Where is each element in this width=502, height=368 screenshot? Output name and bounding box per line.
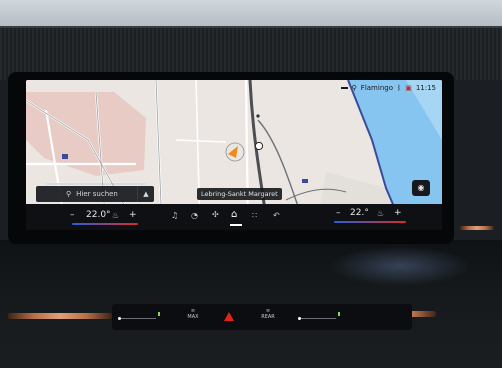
right-temp-minus-button[interactable]: – xyxy=(336,208,341,218)
calendar-icon: ▣ xyxy=(405,84,412,92)
seat-heat-right-icon[interactable]: ♨ xyxy=(377,209,384,218)
status-bar: ⚲ Flamingo ᛒ ▣ 11:15 xyxy=(340,82,436,94)
assist-icon[interactable]: ◔ xyxy=(191,211,198,220)
clock-time: 11:15 xyxy=(415,84,436,92)
chevron-up-icon[interactable]: ▲ xyxy=(137,186,154,202)
search-placeholder: Hier suchen xyxy=(76,190,118,198)
map-search-box[interactable]: ⚲ Hier suchen ▲ xyxy=(36,186,154,202)
left-temp-minus-button[interactable]: – xyxy=(70,210,75,220)
signal-icon xyxy=(340,87,348,89)
home-icon[interactable]: ⌂ xyxy=(231,209,237,220)
side-ambient-trim xyxy=(460,226,494,230)
left-temp-plus-button[interactable]: + xyxy=(129,210,137,220)
car-profile-icon: ⚲ xyxy=(351,84,357,92)
left-ambient-trim xyxy=(8,313,112,319)
rear-defrost-button[interactable]: ≋ REAR xyxy=(258,308,278,320)
screen-reflection xyxy=(330,246,470,286)
map-options-button[interactable]: ◉ xyxy=(412,180,430,196)
home-active-indicator xyxy=(230,224,242,226)
search-icon: ⚲ xyxy=(66,190,72,198)
left-fan-level-indicator xyxy=(158,312,160,316)
max-defrost-button[interactable]: ≋ MAX xyxy=(184,308,202,320)
back-arrow-icon[interactable]: ↶ xyxy=(273,211,280,220)
grid-icon[interactable]: ∷ xyxy=(252,211,257,220)
left-fan-knob[interactable] xyxy=(118,317,121,320)
bluetooth-icon: ᛒ xyxy=(396,84,402,92)
hazard-light-button[interactable] xyxy=(224,312,234,321)
left-temp-indicator xyxy=(72,223,138,225)
left-temp-value: 22.0° xyxy=(86,210,111,220)
right-temp-plus-button[interactable]: + xyxy=(394,208,402,218)
right-fan-knob[interactable] xyxy=(298,317,301,320)
seat-heat-icon[interactable]: ♨ xyxy=(112,211,119,220)
fan-icon[interactable]: ✣ xyxy=(212,210,219,219)
climate-dock-bar: – 22.0° ♨ + ♫ ◔ ✣ ⌂ ∷ ↶ – 22.° ♨ + xyxy=(26,204,442,230)
source-label: Flamingo xyxy=(360,84,393,92)
left-fan-slider[interactable] xyxy=(120,318,156,319)
physical-climate-controls: ≋ MAX ≋ REAR xyxy=(112,304,412,330)
right-fan-slider[interactable] xyxy=(300,318,336,319)
right-temp-value: 22.° xyxy=(350,208,369,218)
right-temp-indicator xyxy=(334,221,406,223)
music-note-icon[interactable]: ♫ xyxy=(171,211,178,220)
road-name-label: Lebring-Sankt Margaret xyxy=(197,188,282,200)
right-fan-level-indicator xyxy=(338,312,340,316)
